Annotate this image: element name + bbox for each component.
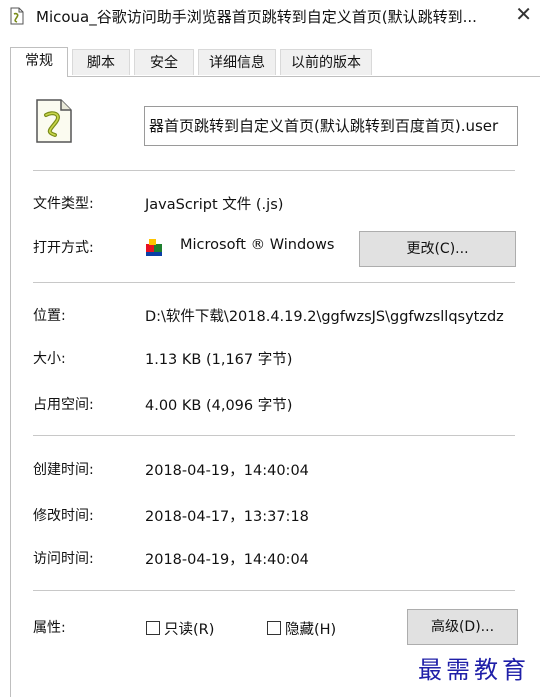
size-on-disk-label: 占用空间:	[33, 397, 94, 413]
size-on-disk-value: 4.00 KB (4,096 字节)	[145, 398, 293, 414]
attributes-label: 属性:	[33, 620, 66, 636]
hidden-label[interactable]: 隐藏(H)	[285, 618, 336, 639]
script-file-icon	[10, 7, 24, 25]
location-value: D:\软件下载\2018.4.19.2\ggfwzsJS\ggfwzsllqsy…	[145, 309, 504, 325]
tab-previous-versions[interactable]: 以前的版本	[280, 49, 372, 75]
tab-strip: 常规 脚本 安全 详细信息 以前的版本	[10, 47, 540, 77]
divider	[33, 282, 515, 283]
modified-value: 2018-04-17，13:37:18	[145, 509, 309, 525]
accessed-label: 访问时间:	[33, 551, 94, 567]
opens-with-value: Microsoft ® Windows	[180, 237, 335, 253]
size-value: 1.13 KB (1,167 字节)	[145, 352, 293, 368]
file-name-field[interactable]: 器首页跳转到自定义首页(默认跳转到百度首页).user	[144, 106, 518, 146]
tab-script[interactable]: 脚本	[72, 49, 130, 75]
location-label: 位置:	[33, 308, 66, 324]
hidden-checkbox[interactable]	[267, 621, 281, 635]
tab-security[interactable]: 安全	[134, 49, 194, 75]
advanced-button[interactable]: 高级(D)...	[407, 609, 518, 645]
modified-label: 修改时间:	[33, 508, 94, 524]
divider	[33, 435, 515, 436]
readonly-label[interactable]: 只读(R)	[164, 618, 214, 639]
created-label: 创建时间:	[33, 462, 94, 478]
divider	[33, 590, 515, 591]
windows-script-host-icon	[146, 239, 162, 256]
file-type-label: 文件类型:	[33, 196, 94, 212]
readonly-checkbox[interactable]	[146, 621, 160, 635]
opens-with-label: 打开方式:	[33, 240, 94, 256]
divider	[33, 170, 515, 171]
script-file-icon	[36, 99, 72, 143]
title-bar: Micoua_谷歌访问助手浏览器首页跳转到自定义首页(默认跳转到... ✕	[0, 0, 540, 32]
created-value: 2018-04-19，14:40:04	[145, 463, 309, 479]
file-type-value: JavaScript 文件 (.js)	[145, 197, 284, 213]
watermark: 最需教育	[418, 656, 530, 684]
close-icon[interactable]: ✕	[515, 2, 532, 26]
tab-general[interactable]: 常规	[10, 47, 68, 77]
size-label: 大小:	[33, 351, 66, 367]
tab-details[interactable]: 详细信息	[198, 49, 276, 75]
change-button[interactable]: 更改(C)...	[359, 231, 516, 267]
accessed-value: 2018-04-19，14:40:04	[145, 552, 309, 568]
window-title: Micoua_谷歌访问助手浏览器首页跳转到自定义首页(默认跳转到...	[36, 8, 477, 26]
